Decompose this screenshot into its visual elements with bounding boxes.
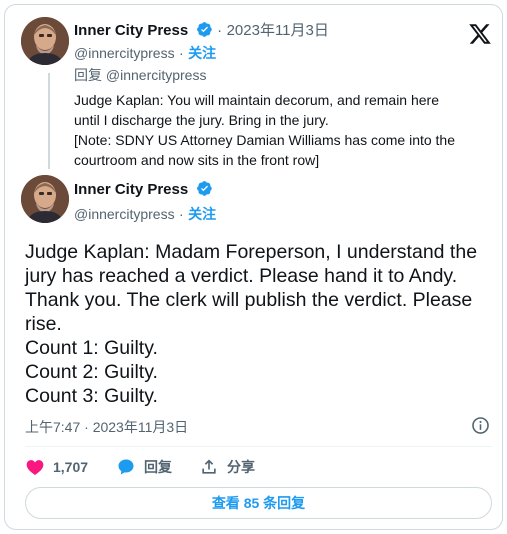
heart-icon [26,460,44,475]
parent-handle-row: @innercitypress · 关注 [74,43,216,63]
verified-badge-icon [196,22,212,37]
avatar[interactable] [21,17,69,65]
author-name[interactable]: Inner City Press [74,181,188,198]
separator-dot: · [217,22,223,39]
text-line: jury has reached a verdict. Please hand … [25,265,458,287]
text-line: courtroom and now sits in the front row] [74,152,320,168]
parent-tweet-text: Judge Kaplan: You will maintain decorum,… [74,90,489,170]
main-tweet-header: Inner City Press [74,180,213,199]
thread-connector-line [48,73,50,169]
main-handle-row: @innercitypress · 关注 [74,204,216,224]
text-line: until I discharge the jury. Bring in the… [74,112,329,128]
main-tweet-text: Judge Kaplan: Madam Foreperson, I unders… [25,240,495,408]
share-label: 分享 [227,459,255,475]
text-line: Count 1: Guilty. [25,337,158,359]
text-line: rise. [25,313,62,335]
verified-badge-icon [196,181,212,196]
text-line: Count 2: Guilty. [25,361,158,383]
separator-dot: · [179,45,184,61]
follow-link[interactable]: 关注 [188,45,216,61]
reply-label: 回复 [144,459,172,475]
author-handle[interactable]: @innercitypress [74,206,175,222]
text-line: Count 3: Guilty. [25,385,158,407]
author-name[interactable]: Inner City Press [74,22,188,39]
reply-button[interactable]: 回复 [116,457,172,477]
text-line: Thank you. The clerk will publish the ve… [25,289,473,311]
reply-to-label[interactable]: 回复 @innercitypress [74,65,206,85]
share-button[interactable]: 分享 [199,457,255,477]
divider [25,446,492,447]
x-logo-icon[interactable] [468,22,492,46]
like-button[interactable]: 1,707 [25,457,88,477]
view-replies-button[interactable]: 查看 85 条回复 [25,487,492,519]
parent-tweet-header: Inner City Press · 2023年11月3日 [74,19,329,40]
tweet-timestamp[interactable]: 上午7:47 · 2023年11月3日 [25,417,188,437]
like-count: 1,707 [53,459,89,475]
text-line: Judge Kaplan: Madam Foreperson, I unders… [25,241,478,263]
text-line: Judge Kaplan: You will maintain decorum,… [74,92,440,108]
speech-bubble-icon [118,459,134,475]
author-handle[interactable]: @innercitypress [74,45,175,61]
info-icon[interactable] [471,416,490,435]
follow-link[interactable]: 关注 [188,206,216,222]
tweet-embed-card: Inner City Press · 2023年11月3日 @innercity… [4,4,503,530]
text-line: [Note: SDNY US Attorney Damian Williams … [74,132,456,148]
tweet-date[interactable]: 2023年11月3日 [227,22,329,39]
share-upload-icon [202,459,216,474]
avatar[interactable] [21,175,69,223]
separator-dot: · [179,206,184,222]
